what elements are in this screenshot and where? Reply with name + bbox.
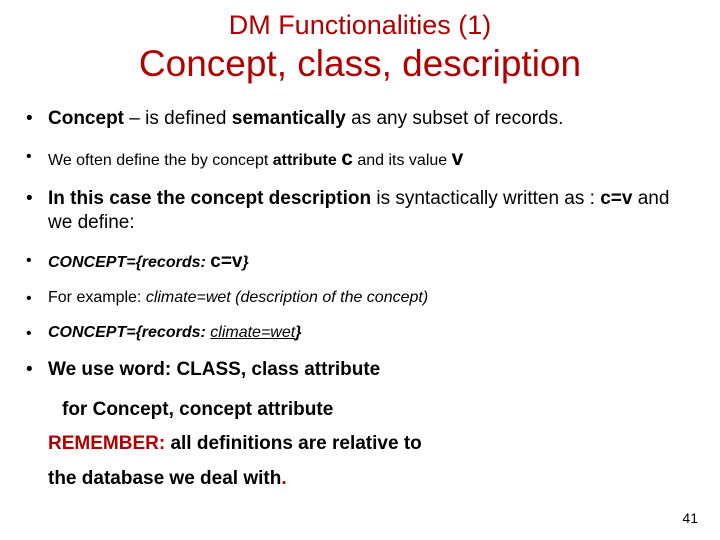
bullet-concept-description: In this case the concept description is … (48, 187, 690, 235)
text-italic-underline: climate=wet (210, 324, 295, 341)
text-bold: the database we deal with (48, 468, 281, 489)
text: and its value (353, 152, 452, 169)
text: is syntactically written as : (376, 188, 600, 209)
text-bold: We use word: CLASS, class attribute (48, 359, 380, 380)
text-bold-italic: CONCEPT={records: (48, 324, 210, 341)
title-line-2: Concept, class, description (0, 43, 720, 85)
text: For example: (48, 289, 146, 306)
title-block: DM Functionalities (1) Concept, class, d… (0, 0, 720, 85)
bullet-concept-set-example: CONCEPT={records: climate=wet} (48, 323, 690, 343)
bullet-concept-set: CONCEPT={records: c=v} (48, 250, 690, 274)
text: We often define the by concept (48, 152, 273, 169)
text-italic: climate=wet (description of the concept) (146, 289, 428, 306)
bullet-concept-def: Concept – is defined semantically as any… (48, 107, 690, 131)
trailing-paragraph: for Concept, concept attribute REMEMBER:… (0, 397, 720, 492)
text-bold-italic: } (243, 254, 249, 271)
title-line-1: DM Functionalities (1) (0, 10, 720, 41)
bullet-example: For example: climate=wet (description of… (48, 288, 690, 308)
page-number: 41 (682, 510, 698, 526)
slide: DM Functionalities (1) Concept, class, d… (0, 0, 720, 540)
text-bold: semantically (232, 108, 351, 129)
bullet-list: Concept – is defined semantically as any… (0, 107, 720, 382)
remember-label: REMEMBER: (48, 433, 165, 454)
text-bold-italic: CONCEPT={records: (48, 254, 210, 271)
sym-v: v (452, 147, 464, 170)
text: – is defined (124, 108, 232, 129)
text-bold: c=v (210, 251, 242, 272)
text: as any subset of records. (351, 108, 563, 129)
text-bold: attribute (273, 152, 341, 169)
bullet-class-word: We use word: CLASS, class attribute (48, 358, 690, 382)
text-bold-italic: } (295, 324, 301, 341)
text-bold: for Concept, concept attribute (48, 397, 720, 423)
text-bold: all definitions are relative to (165, 433, 422, 454)
bullet-attr-value: We often define the by concept attribute… (48, 146, 690, 172)
text-bold: c=v (600, 188, 638, 209)
sym-c: c (341, 147, 353, 170)
text-bold: Concept (48, 108, 124, 129)
period-red: . (281, 468, 286, 489)
text-bold: In this case the concept description (48, 188, 376, 209)
